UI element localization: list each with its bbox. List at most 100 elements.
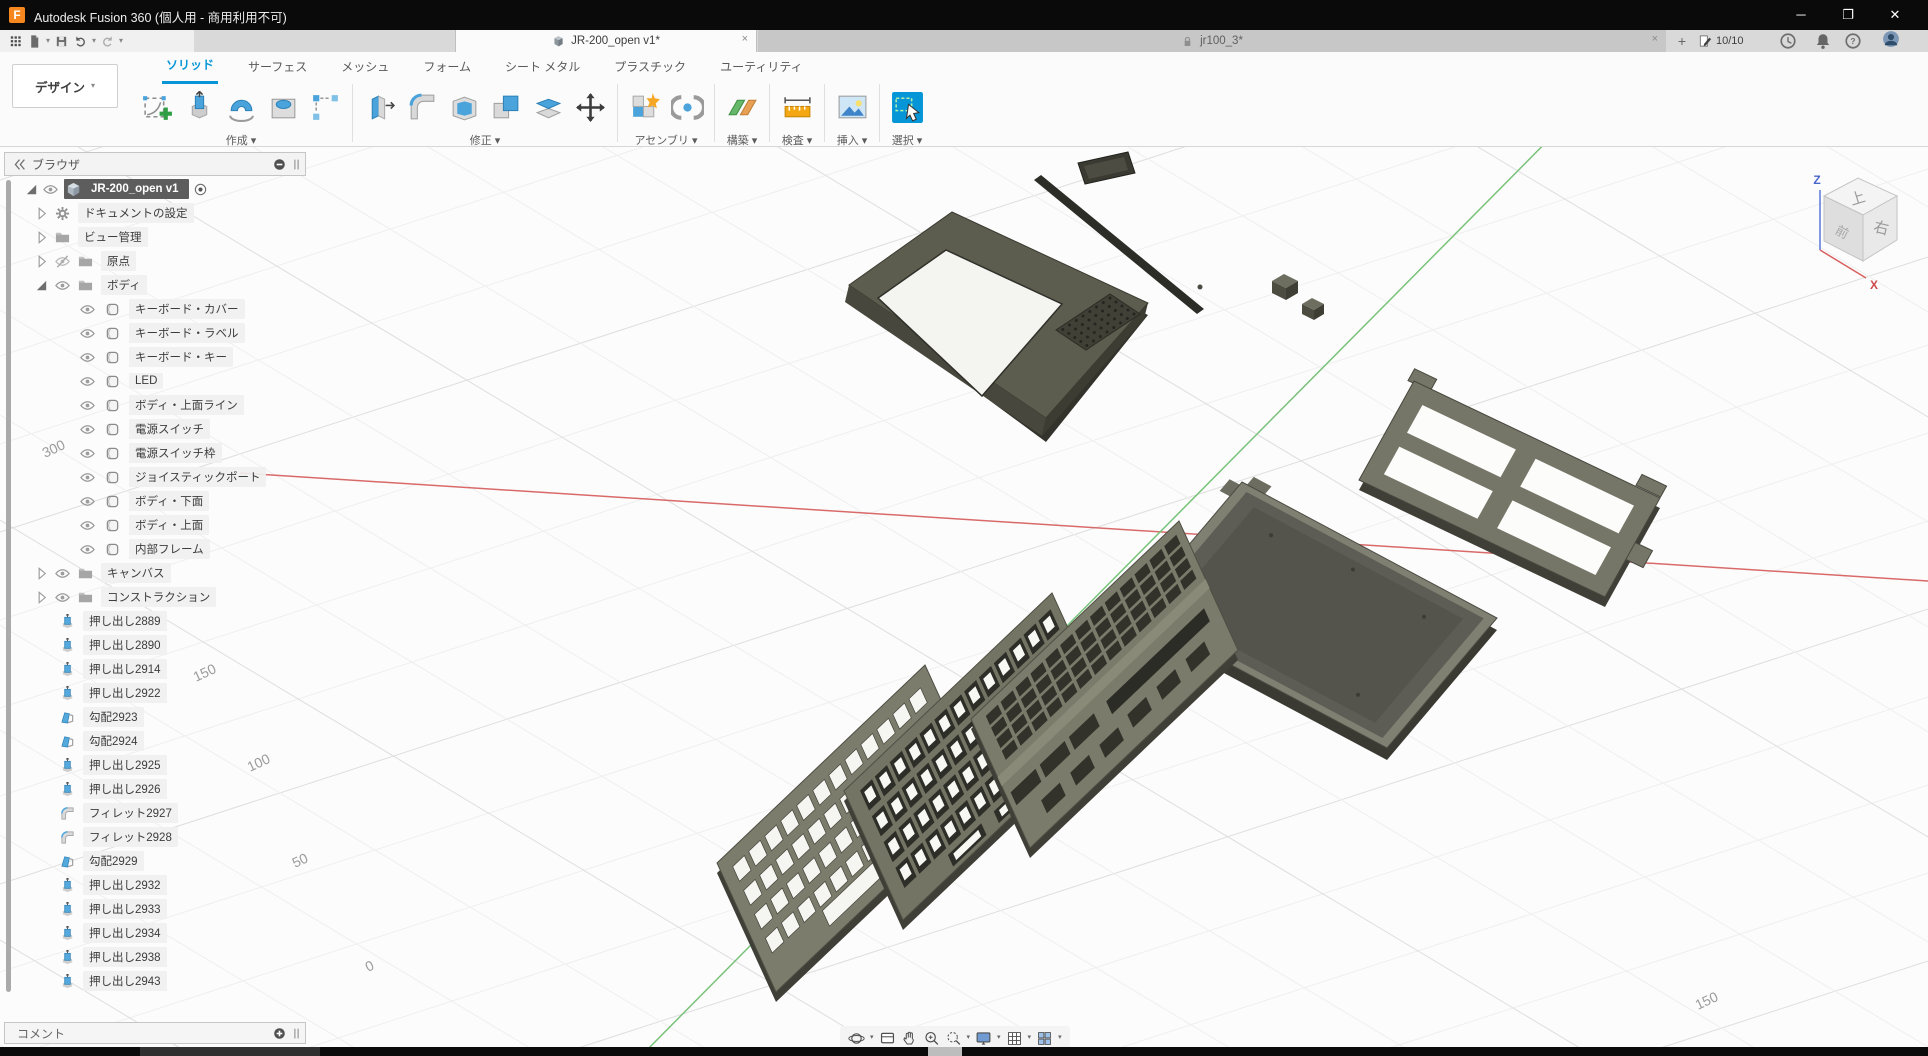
ribbon-group-label[interactable]: 検査 ▾: [782, 132, 813, 148]
clock-icon[interactable]: [1779, 32, 1797, 50]
tool-fillet-icon[interactable]: [402, 85, 442, 129]
orbit-icon[interactable]: [848, 1030, 865, 1047]
tree-row[interactable]: 勾配2923: [4, 705, 306, 729]
ribbon-tab-プラスチック[interactable]: プラスチック: [610, 54, 690, 83]
minimize-button[interactable]: ─: [1781, 0, 1821, 30]
ribbon-group-label[interactable]: 修正 ▾: [470, 132, 501, 148]
expand-icon[interactable]: [34, 254, 49, 269]
ribbon-group-label[interactable]: アセンブリ ▾: [634, 132, 697, 148]
tree-row[interactable]: キーボード・カバー: [4, 297, 306, 321]
notifications-icon[interactable]: [1814, 32, 1832, 50]
eye-icon[interactable]: [80, 398, 95, 413]
tree-row[interactable]: ボディ・下面: [4, 489, 306, 513]
browser-panel-header[interactable]: ブラウザ: [4, 152, 306, 176]
chevron-down-icon[interactable]: ▾: [1058, 1033, 1062, 1043]
app-grid-icon[interactable]: [8, 34, 23, 49]
expand-icon[interactable]: [34, 206, 49, 221]
ribbon-group-label[interactable]: 選択 ▾: [892, 132, 923, 148]
tree-row[interactable]: フィレット2928: [4, 825, 306, 849]
tree-row[interactable]: 押し出し2922: [4, 681, 306, 705]
tree-row[interactable]: ボディ・上面ライン: [4, 393, 306, 417]
ribbon-tab-フォーム[interactable]: フォーム: [419, 54, 475, 83]
eye-icon[interactable]: [80, 446, 95, 461]
expand-icon[interactable]: [34, 590, 49, 605]
tool-extrude-icon[interactable]: [179, 85, 219, 129]
tree-row[interactable]: キーボード・ラベル: [4, 321, 306, 345]
chevrons-left-icon[interactable]: [13, 158, 26, 171]
eye-icon[interactable]: [55, 254, 70, 269]
grip-icon[interactable]: [290, 1027, 303, 1040]
job-status-badge[interactable]: 10/10: [1698, 30, 1744, 52]
fit-icon[interactable]: [945, 1030, 962, 1047]
tree-row[interactable]: JR-200_open v1: [4, 177, 306, 201]
save-icon[interactable]: [54, 34, 69, 49]
comment-bar[interactable]: コメント: [4, 1022, 306, 1044]
tool-combine-icon[interactable]: [486, 85, 526, 129]
eye-icon[interactable]: [55, 566, 70, 581]
grid-display-icon[interactable]: [1006, 1030, 1023, 1047]
pan-icon[interactable]: [901, 1030, 918, 1047]
tree-row[interactable]: 押し出し2932: [4, 873, 306, 897]
chevron-down-icon[interactable]: ▾: [870, 1033, 874, 1043]
tree-row[interactable]: 押し出し2925: [4, 753, 306, 777]
chevron-down-icon[interactable]: ▾: [92, 36, 96, 46]
tool-hole-icon[interactable]: [263, 85, 303, 129]
circle-plus-icon[interactable]: [273, 1027, 286, 1040]
eye-icon[interactable]: [80, 542, 95, 557]
chevron-down-icon[interactable]: ▾: [1028, 1033, 1032, 1043]
look-at-icon[interactable]: [879, 1030, 896, 1047]
eye-icon[interactable]: [80, 302, 95, 317]
tree-row[interactable]: 押し出し2938: [4, 945, 306, 969]
ribbon-tab-ユーティリティ[interactable]: ユーティリティ: [716, 54, 807, 83]
tree-row[interactable]: キャンバス: [4, 561, 306, 585]
redo-icon[interactable]: [100, 34, 115, 49]
viewcube[interactable]: 上右前ZX: [1813, 173, 1897, 292]
tree-row[interactable]: 内部フレーム: [4, 537, 306, 561]
eye-icon[interactable]: [80, 494, 95, 509]
tree-row[interactable]: 電源スイッチ: [4, 417, 306, 441]
tree-row[interactable]: 押し出し2933: [4, 897, 306, 921]
chevron-down-icon[interactable]: ▾: [46, 36, 50, 46]
expand-icon[interactable]: [34, 230, 49, 245]
tool-canvas-icon[interactable]: [832, 85, 872, 129]
ribbon-tab-シート メタル[interactable]: シート メタル: [501, 54, 584, 83]
tool-joint-icon[interactable]: [667, 85, 707, 129]
file-new-icon[interactable]: [27, 34, 42, 49]
zoom-icon[interactable]: [923, 1030, 940, 1047]
tree-row[interactable]: ドキュメントの設定: [4, 201, 306, 225]
tool-create-sketch-icon[interactable]: [137, 85, 177, 129]
eye-icon[interactable]: [55, 590, 70, 605]
tab-jr100[interactable]: jr100_3* ×: [758, 30, 1666, 52]
tool-new-component-icon[interactable]: [625, 85, 665, 129]
tree-row[interactable]: コンストラクション: [4, 585, 306, 609]
tree-row[interactable]: 押し出し2934: [4, 921, 306, 945]
eye-icon[interactable]: [80, 518, 95, 533]
tree-row[interactable]: LED: [4, 369, 306, 393]
close-tab-icon[interactable]: ×: [1652, 33, 1658, 45]
tree-row[interactable]: 原点: [4, 249, 306, 273]
display-settings-icon[interactable]: [975, 1030, 992, 1047]
chevron-down-icon[interactable]: ▾: [119, 36, 123, 46]
activate-radio-icon[interactable]: [193, 182, 208, 197]
tree-row[interactable]: キーボード・キー: [4, 345, 306, 369]
chevron-down-icon[interactable]: ▾: [967, 1033, 971, 1043]
eye-icon[interactable]: [55, 278, 70, 293]
ribbon-group-label[interactable]: 挿入 ▾: [837, 132, 868, 148]
eye-icon[interactable]: [43, 182, 58, 197]
tool-measure-icon[interactable]: [777, 85, 817, 129]
ribbon-group-label[interactable]: 作成 ▾: [226, 132, 257, 148]
restore-button[interactable]: ❐: [1828, 0, 1868, 30]
close-tab-icon[interactable]: ×: [742, 33, 748, 45]
tab-jr200-open[interactable]: JR-200_open v1* ×: [455, 30, 757, 52]
tree-row[interactable]: 押し出し2943: [4, 969, 306, 993]
tool-revolve-icon[interactable]: [221, 85, 261, 129]
close-button[interactable]: ✕: [1875, 0, 1915, 30]
tree-row[interactable]: ボディ・上面: [4, 513, 306, 537]
avatar[interactable]: [1882, 30, 1903, 51]
tree-row[interactable]: 勾配2929: [4, 849, 306, 873]
eye-icon[interactable]: [80, 470, 95, 485]
undo-icon[interactable]: [73, 34, 88, 49]
ribbon-group-label[interactable]: 構築 ▾: [727, 132, 758, 148]
tool-shell-icon[interactable]: [444, 85, 484, 129]
expand-icon[interactable]: [24, 182, 39, 197]
